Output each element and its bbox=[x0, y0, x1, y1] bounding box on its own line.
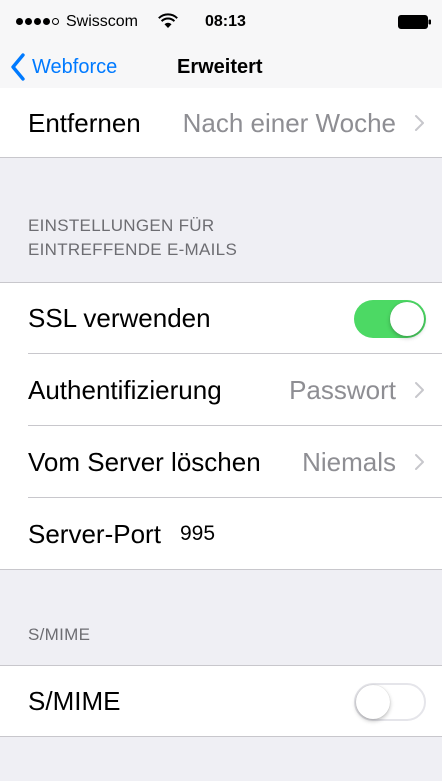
signal-dot bbox=[34, 18, 41, 25]
authentication-value: Passwort bbox=[289, 375, 396, 405]
smime-label: S/MIME bbox=[28, 686, 121, 716]
chevron-right-icon bbox=[415, 454, 424, 470]
section-header-line: EINTREFFENDE E-MAILS bbox=[28, 240, 238, 259]
carrier-name: Swisscom bbox=[66, 13, 139, 30]
smime-row: S/MIME bbox=[0, 665, 442, 737]
authentication-label: Authentifizierung bbox=[28, 375, 222, 405]
back-button-label: Webforce bbox=[32, 55, 118, 78]
delete-from-server-label: Vom Server löschen bbox=[28, 447, 261, 477]
server-port-input[interactable]: 995 bbox=[180, 498, 215, 570]
chevron-right-icon bbox=[415, 115, 424, 131]
remove-messages-value: Nach einer Woche bbox=[182, 108, 396, 138]
ssl-row: SSL verwenden bbox=[0, 282, 442, 354]
server-port-label: Server-Port bbox=[28, 519, 161, 549]
delete-from-server-row[interactable]: Vom Server löschen Niemals bbox=[0, 426, 442, 498]
battery-icon bbox=[398, 15, 431, 29]
section-header-line: EINSTELLUNGEN FÜR bbox=[28, 216, 215, 235]
delete-from-server-value: Niemals bbox=[302, 447, 396, 477]
section-header-incoming: EINSTELLUNGEN FÜR EINTREFFENDE E-MAILS bbox=[28, 214, 237, 262]
toggle-knob bbox=[356, 685, 390, 719]
wifi-icon bbox=[158, 13, 178, 28]
chevron-right-icon bbox=[415, 382, 424, 398]
smime-toggle[interactable] bbox=[354, 683, 426, 721]
divider bbox=[0, 736, 442, 737]
page-title: Erweitert bbox=[177, 56, 263, 78]
chevron-left-icon bbox=[11, 53, 25, 81]
signal-dot bbox=[43, 18, 50, 25]
authentication-row[interactable]: Authentifizierung Passwort bbox=[0, 354, 442, 426]
ssl-label: SSL verwenden bbox=[28, 303, 211, 333]
divider bbox=[0, 569, 442, 570]
ssl-toggle[interactable] bbox=[354, 300, 426, 338]
signal-dot bbox=[25, 18, 32, 25]
back-button[interactable]: Webforce bbox=[10, 52, 117, 82]
toggle-knob bbox=[390, 302, 424, 336]
signal-dot-empty bbox=[52, 18, 59, 25]
status-time: 08:13 bbox=[205, 13, 246, 30]
status-bar: Swisscom 08:13 bbox=[0, 0, 442, 40]
divider bbox=[0, 157, 442, 158]
signal-strength-icon bbox=[16, 18, 59, 25]
section-header-smime: S/MIME bbox=[28, 625, 91, 644]
remove-messages-row[interactable]: Entfernen Nach einer Woche bbox=[0, 88, 442, 158]
remove-messages-label: Entfernen bbox=[28, 108, 141, 138]
signal-dot bbox=[16, 18, 23, 25]
server-port-row: Server-Port 995 bbox=[0, 498, 442, 570]
